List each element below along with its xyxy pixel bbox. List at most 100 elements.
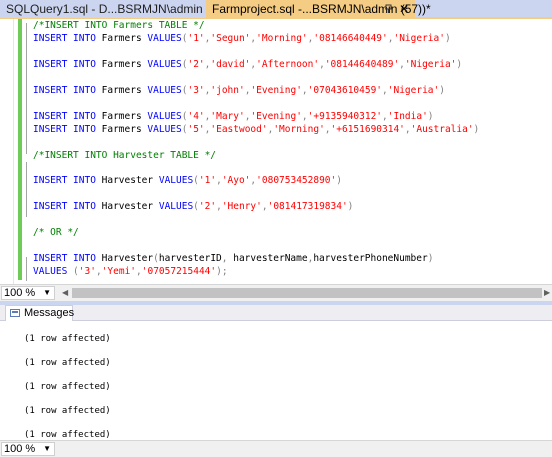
code-token: 'Afternoon' xyxy=(256,58,320,70)
code-token: 'Mary' xyxy=(210,110,245,122)
message-line: (1 row affected) xyxy=(24,406,111,416)
tab-messages-label: Messages xyxy=(24,307,75,319)
code-token: , xyxy=(221,253,234,265)
code-token: 'john' xyxy=(210,84,245,96)
close-icon[interactable]: ✕ xyxy=(399,0,409,18)
code-line[interactable]: INSERT INTO Farmers VALUES('5','Eastwood… xyxy=(33,123,479,136)
message-line: (1 row affected) xyxy=(24,358,111,368)
code-token: '+6151690314' xyxy=(330,123,405,135)
code-token: VALUES xyxy=(33,266,74,278)
code-token: '5' xyxy=(187,123,205,135)
code-token: INSERT INTO xyxy=(33,123,102,135)
code-line[interactable]: INSERT INTO Harvester VALUES('2','Henry'… xyxy=(33,200,353,213)
code-token: VALUES xyxy=(158,175,194,187)
code-token: INSERT INTO xyxy=(33,110,102,122)
message-line: (1 row affected) xyxy=(24,334,111,344)
code-token: Farmers xyxy=(101,123,148,135)
results-tab-strip: Messages xyxy=(0,305,552,321)
code-token: 'Morning' xyxy=(273,123,325,135)
code-token: ) xyxy=(336,175,342,187)
code-token: '3' xyxy=(187,84,205,96)
code-token: '2' xyxy=(187,58,205,70)
code-token: /*INSERT INTO Farmers TABLE */ xyxy=(33,20,205,31)
code-token: ) xyxy=(347,201,354,213)
code-line[interactable]: INSERT INTO Farmers VALUES('2','david','… xyxy=(33,58,462,71)
sql-editor[interactable]: /*INSERT INTO Farmers TABLE */INSERT INT… xyxy=(0,19,552,284)
message-line: (1 row affected) xyxy=(24,430,111,440)
code-token: 'India' xyxy=(387,110,428,122)
tab-sqlquery1[interactable]: SQLQuery1.sql - D...BSRMJN\admin (51)) xyxy=(0,0,231,18)
chevron-down-icon[interactable]: ▼ xyxy=(43,443,51,455)
code-line[interactable]: INSERT INTO Harvester VALUES('1','Ayo','… xyxy=(33,174,342,187)
code-line[interactable]: VALUES ('3','Yemi','07057215444'); xyxy=(33,265,228,278)
code-token: '+9135940312' xyxy=(307,110,383,122)
code-token: INSERT INTO xyxy=(33,175,102,187)
code-token: INSERT INTO xyxy=(33,201,102,213)
tab-messages[interactable]: Messages xyxy=(5,305,75,321)
code-line[interactable]: INSERT INTO Farmers VALUES('1','Segun','… xyxy=(33,32,451,45)
code-token: '4' xyxy=(187,110,205,122)
zoom-select[interactable]: 100 % ▼ xyxy=(1,286,55,300)
code-token: 'Evening' xyxy=(250,84,302,96)
code-token: Farmers xyxy=(101,32,148,44)
results-status-row: 100 % ▼ xyxy=(0,440,552,457)
code-line[interactable]: INSERT INTO Farmers VALUES('3','john','E… xyxy=(33,84,445,97)
zoom-value: 100 % xyxy=(4,287,36,299)
code-token: ) xyxy=(473,123,480,135)
code-token: '07057215444' xyxy=(141,266,217,278)
code-token: 'Nigeria' xyxy=(404,58,457,70)
code-token: 'Nigeria' xyxy=(393,32,445,44)
code-token: ); xyxy=(216,266,228,278)
code-token: 'Segun' xyxy=(210,32,251,44)
code-line[interactable]: INSERT INTO Harvester(harvesterID, harve… xyxy=(33,252,433,265)
tab-label: SQLQuery1.sql - D...BSRMJN\admin (51)) xyxy=(6,2,232,16)
messages-pane: (1 row affected) (1 row affected) (1 row… xyxy=(0,321,552,440)
code-line[interactable]: /*INSERT INTO Harvester TABLE */ xyxy=(33,149,216,162)
code-token: 'Australia' xyxy=(410,123,474,135)
code-token: 'Yemi' xyxy=(101,266,137,278)
pin-icon[interactable] xyxy=(384,4,393,13)
code-token: '080753452890' xyxy=(256,175,337,187)
code-token: Harvester xyxy=(101,253,154,265)
fold-guide xyxy=(26,162,27,217)
tab-label: Farmproject.sql -...BSRMJN\admin (57))* xyxy=(212,2,431,16)
zoom-value: 100 % xyxy=(4,443,36,455)
code-token: ) xyxy=(439,84,445,96)
code-token: '1' xyxy=(187,32,205,44)
code-line[interactable]: INSERT INTO Farmers VALUES('4','Mary','E… xyxy=(33,110,434,123)
code-token: Harvester xyxy=(101,201,159,213)
zoom-select-results[interactable]: 100 % ▼ xyxy=(1,442,55,456)
code-line[interactable]: /*INSERT INTO Farmers TABLE */ xyxy=(33,19,205,32)
scroll-left-icon[interactable]: ◀ xyxy=(62,288,68,297)
code-token: '07043610459' xyxy=(307,84,383,96)
code-token: VALUES xyxy=(147,32,182,44)
code-token: 'david' xyxy=(210,58,251,70)
code-token: INSERT INTO xyxy=(33,253,102,265)
editor-status-row: 100 % ▼ ◀ ▶ xyxy=(0,284,552,301)
code-token: 'Evening' xyxy=(250,110,302,122)
code-token: ) xyxy=(427,110,434,122)
code-token: Farmers xyxy=(101,84,148,96)
document-tab-strip: SQLQuery1.sql - D...BSRMJN\admin (51)) F… xyxy=(0,0,552,19)
tab-farmproject[interactable]: Farmproject.sql -...BSRMJN\admin (57))* … xyxy=(206,0,431,18)
code-token: '1' xyxy=(198,175,217,187)
messages-icon xyxy=(10,309,20,317)
code-token: 'Nigeria' xyxy=(387,84,440,96)
code-token: harvesterName xyxy=(233,253,308,265)
code-token: 'Morning' xyxy=(256,32,308,44)
code-token: harvesterID xyxy=(158,253,222,265)
scroll-right-icon[interactable]: ▶ xyxy=(544,288,550,297)
code-line[interactable]: /* OR */ xyxy=(33,226,79,239)
code-token: /*INSERT INTO Harvester TABLE */ xyxy=(33,149,217,161)
code-token: '2' xyxy=(198,201,217,213)
fold-guide xyxy=(26,23,27,154)
code-token: ) xyxy=(456,58,463,70)
code-token: INSERT INTO xyxy=(33,58,102,70)
fold-guide xyxy=(26,257,27,281)
code-token: '08146640449' xyxy=(313,32,388,44)
chevron-down-icon[interactable]: ▼ xyxy=(43,287,51,299)
code-token: Harvester xyxy=(101,175,159,187)
horizontal-scrollbar[interactable] xyxy=(72,288,542,298)
code-token: VALUES xyxy=(147,123,182,135)
code-token: VALUES xyxy=(147,110,182,122)
